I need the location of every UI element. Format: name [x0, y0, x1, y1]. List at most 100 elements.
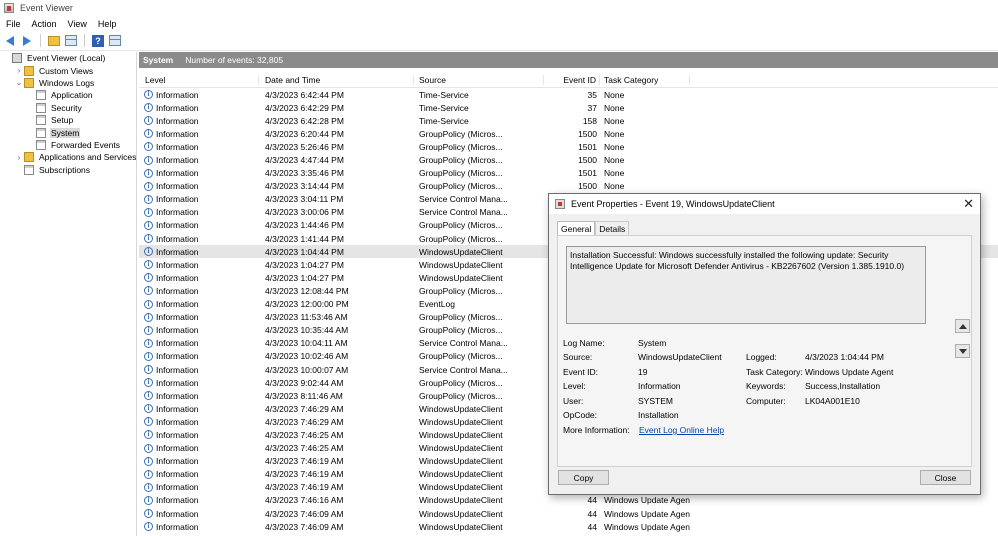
information-icon: i	[144, 365, 153, 375]
tree-item-event-viewer-local[interactable]: Event Viewer (Local)	[0, 52, 136, 64]
column-header-source[interactable]: Source	[414, 74, 544, 85]
source-cell: GroupPolicy (Micros...	[419, 233, 503, 244]
tab-details[interactable]: Details	[595, 221, 630, 235]
menu-view[interactable]: View	[62, 19, 92, 29]
task-category-cell: None	[604, 102, 625, 113]
source-cell: GroupPolicy (Micros...	[419, 220, 503, 231]
action-pane-button[interactable]	[108, 34, 122, 48]
table-row[interactable]: i Information 4/3/2023 6:20:44 PM GroupPoli…	[139, 127, 998, 140]
source-cell: Service Control Mana...	[419, 207, 508, 218]
expand-chevron-icon[interactable]: ⌄	[14, 78, 24, 87]
back-button[interactable]	[3, 34, 17, 48]
log-header: System Number of events: 32,805	[139, 52, 998, 68]
column-header-level[interactable]: Level	[139, 74, 259, 85]
source-cell: WindowsUpdateClient	[419, 482, 503, 493]
help-button[interactable]: ?	[91, 34, 105, 48]
expand-chevron-icon[interactable]: ›	[14, 153, 24, 162]
event-log-online-help-link[interactable]: Event Log Online Help	[639, 425, 724, 435]
level-text: Information	[156, 115, 199, 126]
date-cell: 4/3/2023 3:14:44 PM	[265, 181, 344, 192]
table-row[interactable]: i Information 4/3/2023 6:42:44 PM Time-Serv…	[139, 88, 998, 101]
level-text: Information	[156, 351, 199, 362]
date-cell: 4/3/2023 11:53:46 AM	[265, 312, 348, 323]
open-folder-button[interactable]	[47, 34, 61, 48]
date-cell: 4/3/2023 6:42:44 PM	[265, 89, 344, 100]
source-cell: WindowsUpdateClient	[419, 416, 503, 427]
information-icon: i	[144, 509, 153, 519]
column-header-event-id[interactable]: Event ID	[544, 74, 600, 85]
keywords-label: Keywords:	[746, 381, 786, 391]
column-header-date[interactable]: Date and Time	[259, 74, 414, 85]
tree-item-system[interactable]: System	[0, 126, 136, 138]
previous-event-button[interactable]	[955, 319, 970, 333]
log-icon	[36, 115, 46, 126]
source-cell: GroupPolicy (Micros...	[419, 325, 503, 336]
level-cell: i Information	[139, 273, 259, 283]
information-icon: i	[144, 417, 153, 427]
event-count: Number of events: 32,805	[185, 55, 284, 65]
task-category-cell: None	[604, 181, 625, 192]
menu-action[interactable]: Action	[26, 19, 62, 29]
level-text: Information	[156, 377, 199, 388]
action-pane-icon	[109, 35, 121, 46]
level-text: Information	[156, 482, 199, 493]
source-cell: WindowsUpdateClient	[419, 456, 503, 467]
copy-button[interactable]: Copy	[558, 470, 609, 485]
level-text: Information	[156, 495, 199, 506]
menu-file[interactable]: File	[0, 19, 26, 29]
tree-item-application[interactable]: Application	[0, 89, 136, 101]
close-button[interactable]: Close	[920, 470, 971, 485]
date-cell: 4/3/2023 6:42:28 PM	[265, 115, 344, 126]
level-text: Information	[156, 508, 199, 519]
table-row[interactable]: i Information 4/3/2023 4:47:44 PM GroupPoli…	[139, 153, 998, 166]
source-cell: Time-Service	[419, 102, 469, 113]
tree-item-forwarded-events[interactable]: Forwarded Events	[0, 139, 136, 151]
table-row[interactable]: i Information 4/3/2023 3:35:46 PM GroupPoli…	[139, 167, 998, 180]
information-icon: i	[144, 482, 153, 492]
table-row[interactable]: i Information 4/3/2023 6:42:28 PM Time-Serv…	[139, 114, 998, 127]
tree-item-applications-and-services-lo[interactable]: › Applications and Services Lo	[0, 151, 136, 163]
task-category-cell: None	[604, 155, 625, 166]
information-icon: i	[144, 391, 153, 401]
information-icon: i	[144, 155, 153, 165]
column-header-task-category[interactable]: Task Category	[600, 74, 690, 85]
table-row[interactable]: i Information 4/3/2023 7:46:09 AM WindowsUp…	[139, 520, 998, 533]
event-description[interactable]: Installation Successful: Windows success…	[566, 246, 926, 324]
tree-item-security[interactable]: Security	[0, 102, 136, 114]
expand-chevron-icon[interactable]: ›	[14, 66, 24, 75]
tree-item-windows-logs[interactable]: ⌄ Windows Logs	[0, 77, 136, 89]
menu-help[interactable]: Help	[92, 19, 122, 29]
table-row[interactable]: i Information 4/3/2023 3:14:44 PM GroupPoli…	[139, 180, 998, 193]
date-cell: 4/3/2023 1:41:44 PM	[265, 233, 344, 244]
log-icon	[36, 127, 46, 138]
table-row[interactable]: i Information 4/3/2023 7:46:09 AM WindowsUp…	[139, 507, 998, 520]
date-cell: 4/3/2023 1:04:27 PM	[265, 259, 344, 270]
level-text: Information	[156, 364, 199, 375]
table-row[interactable]: i Information 4/3/2023 6:42:29 PM Time-Serv…	[139, 101, 998, 114]
task-category-cell: Windows Update Agent	[604, 521, 690, 532]
next-event-button[interactable]	[955, 344, 970, 358]
show-hide-tree-button[interactable]	[64, 34, 78, 48]
menu-bar: File Action View Help	[0, 16, 998, 31]
task-category-cell: None	[604, 168, 625, 179]
tree-item-label: Event Viewer (Local)	[27, 53, 106, 64]
table-row[interactable]: i Information 4/3/2023 7:46:16 AM WindowsUp…	[139, 494, 998, 507]
information-icon: i	[144, 247, 153, 257]
tree-item-custom-views[interactable]: › Custom Views	[0, 64, 136, 76]
information-icon: i	[144, 312, 153, 322]
level-cell: i Information	[139, 168, 259, 178]
date-cell: 4/3/2023 7:46:19 AM	[265, 469, 344, 480]
level-text: Information	[156, 233, 199, 244]
date-cell: 4/3/2023 10:02:46 AM	[265, 351, 349, 362]
tree-item-label: Windows Logs	[39, 77, 95, 88]
forward-button[interactable]	[20, 34, 34, 48]
console-tree: Event Viewer (Local) › Custom Views ⌄ Window…	[0, 52, 137, 536]
date-cell: 4/3/2023 7:46:09 AM	[265, 508, 344, 519]
table-row[interactable]: i Information 4/3/2023 5:26:46 PM GroupPoli…	[139, 140, 998, 153]
dialog-close-icon[interactable]: ✕	[963, 197, 974, 210]
log-name-label: Log Name:	[563, 338, 605, 348]
level-text: Information	[156, 89, 199, 100]
tree-item-setup[interactable]: Setup	[0, 114, 136, 126]
tree-item-subscriptions[interactable]: Subscriptions	[0, 164, 136, 176]
tab-general[interactable]: General	[557, 221, 596, 236]
